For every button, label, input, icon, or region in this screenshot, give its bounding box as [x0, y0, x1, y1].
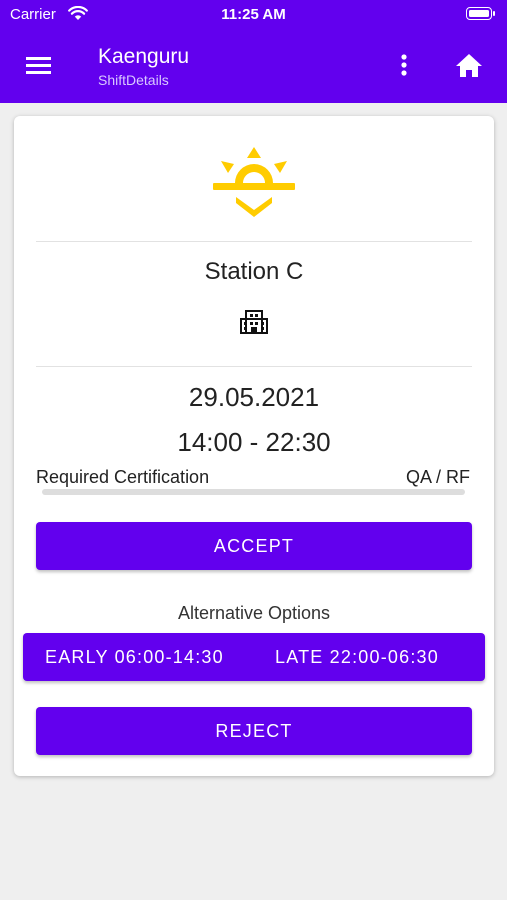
- station-name: Station C: [204, 258, 304, 285]
- required-certification-value: QA / RF: [405, 467, 470, 487]
- alternative-options-label: Alternative Options: [177, 603, 331, 623]
- required-certification-label: Required Certification: [36, 467, 210, 487]
- home-icon[interactable]: [454, 52, 484, 80]
- late-shift-button[interactable]: LATE 22:00-06:30: [275, 633, 439, 681]
- divider: [36, 241, 472, 242]
- shift-time: 14:00 - 22:30: [177, 427, 331, 457]
- app-title: Kaenguru: [98, 45, 190, 68]
- battery-icon: [466, 7, 496, 21]
- alternative-options-bar: EARLY 06:00-14:30 LATE 22:00-06:30: [23, 633, 485, 681]
- building-icon: [240, 310, 268, 334]
- status-time: 11:25 AM: [221, 6, 286, 23]
- hamburger-menu-icon[interactable]: [24, 54, 54, 80]
- shift-card: Station C 29.05.2021 14:00 - 22:30 Requi…: [14, 116, 494, 776]
- shift-date: 29.05.2021: [188, 382, 320, 412]
- early-shift-button[interactable]: EARLY 06:00-14:30: [45, 633, 224, 681]
- accept-button[interactable]: ACCEPT: [36, 522, 472, 570]
- divider: [36, 366, 472, 367]
- certification-bar: [42, 489, 465, 495]
- status-bar: Carrier 11:25 AM: [0, 0, 507, 30]
- reject-button[interactable]: REJECT: [36, 707, 472, 755]
- more-vert-icon[interactable]: [392, 52, 416, 80]
- page-subtitle: ShiftDetails: [98, 72, 169, 88]
- app-header: Carrier 11:25 AM Kaenguru ShiftDetails: [0, 0, 507, 103]
- sunrise-icon: [213, 147, 295, 217]
